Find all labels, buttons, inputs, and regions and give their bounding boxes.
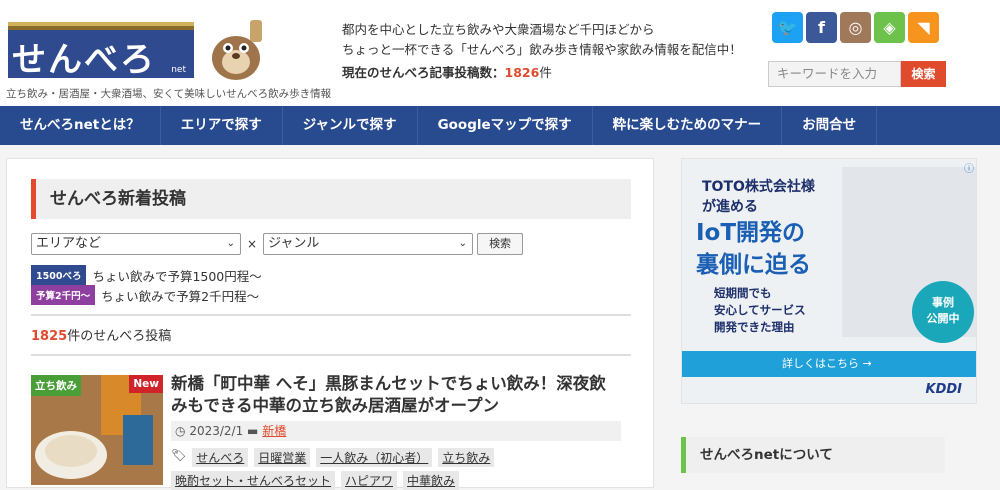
count-unit: 件 [539,65,552,80]
nav-item-manners[interactable]: 粋に楽しむためのマナー [593,106,783,145]
legend-text-2000: ちょい飲みで予算2千円程～ [101,288,260,304]
tag-link[interactable]: 日曜営業 [254,448,311,467]
post-category-link[interactable]: 新橋 [262,424,286,438]
ad-headline: IoT開発の 裏側に迫る [696,217,811,281]
tag-link[interactable]: ハピアワ [341,471,398,490]
area-select-value: エリアなど [36,236,102,251]
facebook-icon[interactable]: f [806,12,837,43]
tag-link[interactable]: 立ち飲み [438,448,495,467]
global-nav: せんべろnetとは？ エリアで探す ジャンルで探す Googleマップで探す 粋… [0,106,1000,145]
area-select[interactable]: エリアなど ⌄ [31,233,241,255]
search-input[interactable]: キーワードを入力 [768,61,901,87]
search-form: キーワードを入力 検索 [768,61,946,87]
ad-circle-line-1: 事例 [932,296,954,309]
clock-icon: ◷ [175,424,186,438]
tag-link[interactable]: せんべろ [192,448,249,467]
nav-item-genre[interactable]: ジャンルで探す [283,106,418,145]
divider [31,314,631,316]
ad-corp-line-2: が進める [702,199,758,215]
rss-icon[interactable]: ◥ [908,12,939,43]
ad-sub-line-2: 安心してサービス [714,303,806,317]
site-intro: 都内を中心とした立ち飲みや大衆酒場など千円ほどから ちょっと一杯できる「せんべろ… [342,20,742,60]
times-sign: × [247,237,258,251]
logo-text: せんべろ [12,40,156,80]
logo-noren: せんべろ net [8,22,194,80]
legend-tag-1500: 1500べろ [31,265,87,285]
post-meta: ◷ 2023/2/1 ▬ 新橋 [171,421,621,441]
ad-info-icon[interactable]: ⓘ [964,160,974,175]
legend-1500: 1500べろ ちょい飲みで予算1500円程～ [31,265,262,285]
post-count-suffix: 件のせんべろ投稿 [67,329,172,344]
logo-suffix: net [171,65,186,75]
legend-2000: 予算2千円～ ちょい飲みで予算2千円程～ [31,285,259,305]
divider [31,354,631,356]
legend-text-1500: ちょい飲みで予算1500円程～ [92,268,262,284]
tag-link[interactable]: 晩酌セット・せんべろセット [171,471,336,490]
mascot-icon [212,20,262,80]
intro-line-2: ちょっと一杯できる「せんべろ」飲み歩き情報や家飲み情報を配信中！ [342,42,742,57]
chevron-down-icon: ⌄ [226,238,235,249]
ad-circle-line-2: 公開中 [926,312,960,325]
tag-link[interactable]: 一人飲み（初心者） [316,448,433,467]
sidebar-about-title: せんべろnetについて [681,437,945,473]
feedly-icon[interactable]: ◈ [874,12,905,43]
site-header: せんべろ net 立ち飲み・居酒屋・大衆酒場、安くて美味しいせんべろ飲み歩き情報… [0,0,1000,106]
main-content: せんべろ新着投稿 エリアなど ⌄ × ジャンル ⌄ 検索 1500べろ ちょい飲みで… [6,158,654,490]
count-value: 1826 [504,65,540,80]
category-badge: 立ち飲み [31,375,81,396]
instagram-icon[interactable]: ◎ [840,12,871,43]
post-date: 2023/2/1 [189,424,244,438]
folder-icon: ▬ [247,424,259,438]
genre-select[interactable]: ジャンル ⌄ [263,233,474,255]
tag-icon: 🏷 [171,448,187,462]
site-tagline: 立ち飲み・居酒屋・大衆酒場、安くて美味しいせんべろ飲み歩き情報 [6,88,332,100]
post-count-value: 1825 [31,329,68,344]
post-title[interactable]: 新橋「町中華 へそ」黒豚まんセットでちょい飲み！深夜飲みもできる中華の立ち飲み居… [171,373,621,417]
tag-link[interactable]: 中華飲み [403,471,460,490]
social-links: 🐦 f ◎ ◈ ◥ [772,12,939,43]
ad-corp: TOTO株式会社様 が進める [702,177,815,217]
count-label: 現在のせんべろ記事投稿数： [342,65,505,80]
legend-tag-2000: 予算2千円～ [31,285,96,305]
chevron-down-icon: ⌄ [458,238,468,249]
ad-corp-line-1: TOTO株式会社様 [702,179,815,195]
ad-case-circle: 事例 公開中 [912,281,974,343]
nav-item-contact[interactable]: お問合せ [782,106,878,145]
post-thumbnail[interactable]: 立ち飲み New [31,375,163,485]
ad-sub: 短期間でも 安心してサービス 開発できた理由 [714,285,806,336]
post-count: 1825件のせんべろ投稿 [31,325,171,344]
ad-sub-line-1: 短期間でも [714,286,772,300]
post-tags: 🏷 せんべろ 日曜営業 一人飲み（初心者） 立ち飲み 晩酌セット・せんべろセット… [171,448,631,490]
ad-headline-line-2: 裏側に迫る [696,252,811,278]
search-button[interactable]: 検索 [901,61,946,87]
nav-item-about[interactable]: せんべろnetとは？ [0,106,161,145]
intro-line-1: 都内を中心とした立ち飲みや大衆酒場など千円ほどから [342,22,655,37]
twitter-icon[interactable]: 🐦 [772,12,803,43]
ad-cta[interactable]: 詳しくはこちら → [682,351,976,377]
sidebar-ad[interactable]: TOTO株式会社様 が進める IoT開発の 裏側に迫る 短期間でも 安心してサー… [681,158,977,404]
nav-item-googlemap[interactable]: Googleマップで探す [418,106,593,145]
site-logo[interactable]: せんべろ net [8,14,196,80]
genre-select-value: ジャンル [268,236,320,251]
logo-band [8,26,194,30]
section-title: せんべろ新着投稿 [31,179,631,219]
ad-sub-line-3: 開発できた理由 [714,320,795,334]
article-count: 現在のせんべろ記事投稿数：1826件 [342,62,552,81]
nav-item-area[interactable]: エリアで探す [161,106,283,145]
filter-search-button[interactable]: 検索 [477,233,524,255]
filter-form: エリアなど ⌄ × ジャンル ⌄ 検索 [31,233,524,255]
ad-brand-logo: KDDI [925,382,963,397]
ad-headline-line-1: IoT開発の [696,220,806,246]
new-badge: New [129,375,163,393]
